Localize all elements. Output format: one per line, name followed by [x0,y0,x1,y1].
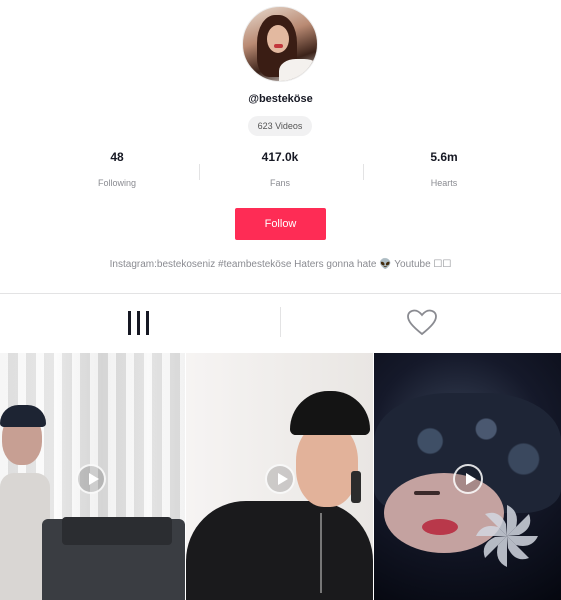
video-thumbnail[interactable] [0,353,185,600]
thumbnail-person [186,501,373,600]
following-label: Following [97,178,137,188]
stat-divider [199,164,200,180]
tab-videos[interactable] [0,294,280,352]
video-thumbnail[interactable] [186,353,373,600]
avatar-lips [274,44,283,48]
thumbnail-person-cap [0,405,46,427]
thumbnail-person-eye [414,491,440,495]
avatar-shirt [279,59,317,81]
play-icon[interactable] [265,464,295,494]
stat-hearts: 5.6m Hearts [389,150,499,188]
profile-username: @besteköse [248,93,313,105]
video-thumbnail[interactable] [374,353,561,600]
hearts-count: 5.6m [430,150,458,164]
play-icon[interactable] [453,464,483,494]
fans-label: Fans [269,178,290,188]
grid-icon [128,311,150,335]
stat-divider [363,164,364,180]
thumbnail-sofa-cushion [62,517,172,545]
profile-avatar[interactable] [242,6,318,82]
stat-following[interactable]: 48 Following [62,150,172,188]
thumbnail-zipper [320,513,322,593]
fans-count: 417.0k [261,150,299,164]
heart-outline-icon [407,309,437,336]
watermark-logo [476,505,538,567]
thumbnail-person-lips [422,519,458,535]
profile-bio: Instagram:bestekoseniz #teambesteköse Ha… [109,259,452,270]
videos-count-badge: 623 Videos [248,116,312,136]
play-icon[interactable] [76,464,106,494]
hearts-label: Hearts [430,178,458,188]
follow-button[interactable]: Follow [235,208,326,240]
tab-liked[interactable] [281,294,561,352]
thumbnail-person-face [296,423,358,507]
avatar-face [267,25,289,53]
stat-fans[interactable]: 417.0k Fans [225,150,335,188]
thumbnail-phone [351,471,361,503]
following-count: 48 [110,150,124,164]
